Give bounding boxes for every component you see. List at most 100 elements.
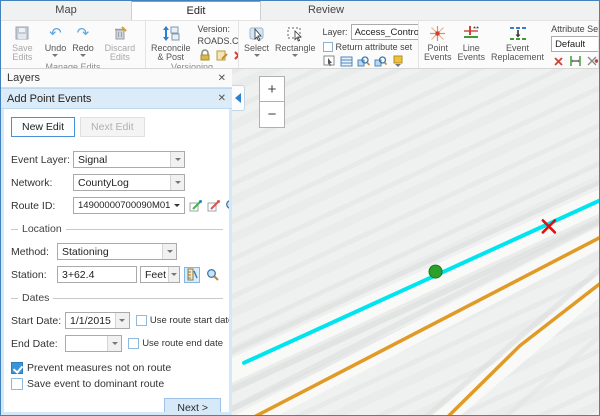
event-layer-combo[interactable]: Signal	[73, 151, 185, 168]
group-manage-edits: Save Edits ↶ Undo ↷ Redo Discard Edits	[1, 21, 146, 68]
network-caret-icon[interactable]	[170, 175, 184, 190]
start-date-caret-icon[interactable]	[115, 313, 129, 328]
location-section-label: Location	[22, 223, 62, 235]
method-caret-icon[interactable]	[162, 244, 176, 259]
route-id-value: 14900000700090M01	[74, 200, 170, 211]
discard-edits-button[interactable]: Discard Edits	[97, 22, 143, 62]
rectangle-caret-icon[interactable]	[292, 54, 298, 57]
clear-selection-icon[interactable]	[391, 54, 405, 68]
return-attribute-label: Return attribute set	[336, 42, 413, 52]
use-route-start-date-label: Use route start date	[150, 315, 232, 326]
ribbon-tab-bar: Map Edit Review	[1, 1, 599, 21]
use-route-end-date-checkbox[interactable]	[128, 338, 139, 349]
route-id-caret-icon[interactable]	[170, 198, 184, 213]
next-edit-button[interactable]: Next Edit	[80, 117, 145, 137]
redo-caret-icon[interactable]	[80, 54, 86, 57]
zoom-to-station-icon[interactable]	[204, 267, 220, 283]
event-replacement-button[interactable]: Event Replacement	[488, 22, 547, 62]
layer-combo[interactable]: Access_Control	[351, 24, 419, 40]
method-combo[interactable]: Stationing	[57, 243, 177, 260]
method-label: Method:	[11, 246, 57, 258]
trim-event-icon[interactable]	[585, 54, 599, 68]
event-layer-caret-icon[interactable]	[170, 152, 184, 167]
pan-to-selection-icon[interactable]	[374, 54, 388, 68]
station-unit-value: Feet	[141, 269, 168, 281]
add-point-events-close-icon[interactable]: ✕	[218, 93, 226, 104]
rectangle-button[interactable]: Rectangle	[272, 22, 319, 57]
redo-button[interactable]: ↷ Redo	[69, 22, 97, 57]
next-button[interactable]: Next >	[164, 398, 221, 415]
tab-review[interactable]: Review	[261, 0, 391, 20]
layers-pane-header: Layers ✕	[1, 69, 232, 88]
clear-route-icon[interactable]	[207, 198, 221, 214]
group-selection: Select Rectangle Layer: Access_Control	[239, 21, 419, 68]
select-caret-icon[interactable]	[254, 54, 260, 57]
layer-combo-value: Access_Control	[352, 27, 419, 38]
select-by-shape-icon[interactable]	[323, 54, 337, 68]
save-dominant-route-label: Save event to dominant route	[27, 378, 164, 390]
end-date-combo[interactable]	[65, 335, 122, 352]
new-edit-button[interactable]: New Edit	[11, 117, 75, 137]
attribute-set-combo[interactable]: Default	[551, 36, 599, 52]
version-label: Version:	[198, 24, 239, 34]
add-point-events-body: New Edit Next Edit Event Layer: Signal N…	[1, 109, 232, 415]
app-window: Map Edit Review Save Edits ↶ Undo	[0, 0, 600, 416]
tab-map[interactable]: Map	[1, 0, 131, 20]
line-events-icon	[462, 24, 480, 42]
add-point-events-header: Add Point Events ✕	[1, 88, 232, 109]
zoom-to-selection-icon[interactable]	[357, 54, 371, 68]
station-input[interactable]	[57, 266, 137, 283]
line-events-button[interactable]: Line Events	[455, 22, 489, 62]
save-dominant-route-checkbox[interactable]	[11, 378, 23, 390]
network-value: CountyLog	[74, 177, 170, 189]
map-view[interactable]: + −	[232, 69, 599, 415]
end-date-caret-icon[interactable]	[107, 336, 121, 351]
pick-route-icon[interactable]	[189, 198, 203, 214]
point-events-button[interactable]: Point Events	[421, 22, 455, 62]
return-attribute-checkbox-box[interactable]	[323, 42, 333, 52]
left-panel: Layers ✕ Add Point Events ✕ New Edit Nex…	[1, 69, 232, 415]
attribute-set-value: Default	[552, 39, 599, 50]
undo-icon: ↶	[49, 24, 62, 42]
return-attribute-checkbox[interactable]: Return attribute set	[323, 42, 419, 52]
network-combo[interactable]: CountyLog	[73, 174, 185, 191]
select-button[interactable]: Select	[241, 22, 272, 57]
redo-icon: ↷	[77, 24, 90, 42]
lock-icon[interactable]	[198, 48, 212, 62]
zoom-in-button[interactable]: +	[259, 76, 285, 102]
use-route-start-date-checkbox[interactable]	[136, 315, 147, 326]
start-date-combo[interactable]: 1/1/2015	[65, 312, 130, 329]
map-zoom-control: + −	[259, 76, 285, 128]
zoom-to-route-icon[interactable]	[225, 198, 232, 214]
split-event-icon[interactable]	[568, 54, 582, 68]
undo-label: Undo	[45, 44, 67, 53]
save-edits-button[interactable]: Save Edits	[3, 22, 42, 62]
reconcile-label-line2: & Post	[158, 53, 185, 62]
location-section-separator: Location	[11, 223, 223, 235]
prevent-measures-checkbox[interactable]	[11, 362, 23, 374]
reconcile-post-button[interactable]: Reconcile & Post	[148, 22, 194, 62]
edit-version-icon[interactable]	[215, 48, 229, 62]
undo-button[interactable]: ↶ Undo	[42, 22, 70, 57]
station-unit-caret-icon[interactable]	[168, 267, 179, 282]
trash-icon	[112, 24, 128, 42]
undo-caret-icon[interactable]	[52, 54, 58, 57]
zoom-out-button[interactable]: −	[259, 102, 285, 128]
tab-edit[interactable]: Edit	[131, 0, 261, 20]
route-id-label: Route ID:	[11, 200, 73, 212]
select-icon	[248, 24, 266, 42]
panel-collapse-button[interactable]	[232, 85, 245, 111]
station-unit-combo[interactable]: Feet	[140, 266, 180, 283]
layers-close-icon[interactable]: ✕	[218, 73, 226, 84]
version-value: ROADS.Claire_Reg	[198, 36, 239, 46]
group-label-versioning: Versioning	[148, 62, 236, 68]
delete-version-icon[interactable]	[232, 48, 239, 62]
pick-station-tool-icon[interactable]	[184, 267, 200, 283]
layers-pane-title: Layers	[7, 72, 40, 84]
select-label: Select	[244, 44, 269, 53]
route-id-combo[interactable]: 14900000700090M01	[73, 197, 185, 214]
save-edits-label: Save Edits	[6, 44, 39, 62]
line-events-label-line2: Events	[458, 53, 486, 62]
delete-event-icon[interactable]	[551, 54, 565, 68]
selection-attributes-icon[interactable]	[340, 54, 354, 68]
